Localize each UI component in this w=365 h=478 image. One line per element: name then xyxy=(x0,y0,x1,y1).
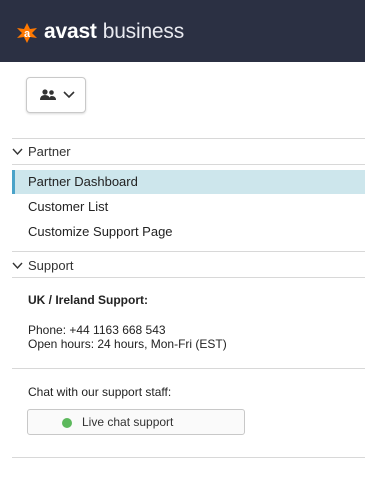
nav-item-partner-dashboard[interactable]: Partner Dashboard xyxy=(12,170,365,194)
support-section-label: Support xyxy=(28,258,74,273)
chevron-down-icon xyxy=(63,91,75,99)
nav-item-label: Customer List xyxy=(28,199,109,214)
support-phone: Phone: +44 1163 668 543 xyxy=(28,323,166,337)
live-chat-button-label: Live chat support xyxy=(82,415,174,429)
brand-logo[interactable]: avast business xyxy=(44,20,184,44)
divider xyxy=(12,164,365,165)
support-region-title: UK / Ireland Support: xyxy=(28,293,148,307)
chevron-down-icon xyxy=(12,262,23,270)
divider xyxy=(12,368,365,369)
brand-name-rest: business xyxy=(102,20,185,43)
divider xyxy=(12,457,365,458)
app-header: a avast business xyxy=(0,0,365,62)
chevron-down-icon xyxy=(12,148,23,156)
chat-prompt: Chat with our support staff: xyxy=(28,385,172,399)
brand-name-bold: avast xyxy=(44,20,97,43)
avast-logo-icon: a xyxy=(17,23,37,43)
view-switcher-button[interactable] xyxy=(26,77,86,113)
partner-section-label: Partner xyxy=(28,144,71,159)
support-section-toggle[interactable]: Support xyxy=(12,253,365,279)
divider xyxy=(12,277,365,278)
support-hours: Open hours: 24 hours, Mon-Fri (EST) xyxy=(28,337,227,351)
live-chat-button[interactable]: Live chat support xyxy=(27,409,245,435)
nav-item-customize-support-page[interactable]: Customize Support Page xyxy=(12,220,365,244)
divider xyxy=(12,251,365,252)
nav-item-label: Customize Support Page xyxy=(28,224,173,239)
svg-text:a: a xyxy=(24,28,31,40)
online-status-icon xyxy=(62,418,72,428)
nav-item-customer-list[interactable]: Customer List xyxy=(12,195,365,219)
nav-item-label: Partner Dashboard xyxy=(28,174,138,189)
users-icon xyxy=(40,89,56,100)
partner-section-toggle[interactable]: Partner xyxy=(12,139,365,165)
